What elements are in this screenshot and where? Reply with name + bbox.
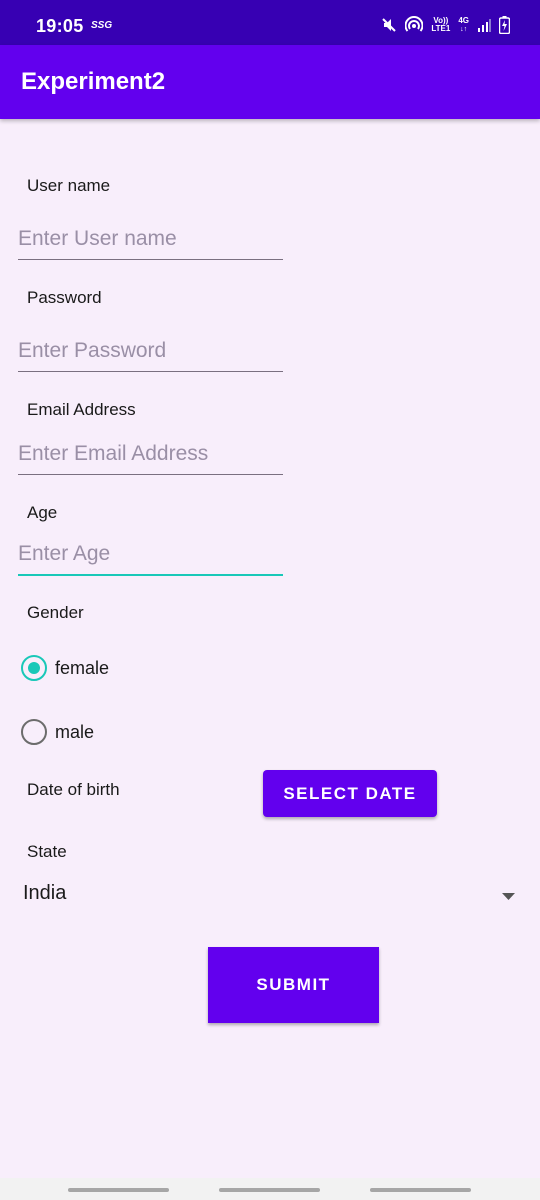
gender-label: Gender	[27, 603, 84, 622]
nav-pill-right[interactable]	[370, 1188, 471, 1192]
select-date-button[interactable]: SELECT DATE	[263, 770, 437, 817]
radio-male-unchecked-icon[interactable]	[21, 719, 47, 745]
radio-female-label: female	[55, 657, 110, 678]
battery-charging-icon	[499, 16, 510, 34]
network-4g-icon: 4G ↓↑	[458, 15, 469, 33]
state-spinner[interactable]: India	[0, 870, 540, 916]
nav-pill-left[interactable]	[68, 1188, 169, 1192]
state-label: State	[27, 842, 67, 861]
dropdown-arrow-icon[interactable]	[502, 888, 515, 906]
network-type: 4G	[458, 15, 469, 25]
volte-icon: Vo)) LTE1	[431, 17, 450, 33]
dob-label: Date of birth	[27, 780, 120, 799]
email-input[interactable]	[18, 433, 283, 475]
status-time: 19:05	[36, 16, 84, 36]
radio-female[interactable]: female	[21, 654, 109, 682]
navigation-bar	[0, 1178, 540, 1200]
age-label: Age	[27, 503, 58, 522]
radio-male[interactable]: male	[21, 718, 94, 746]
status-bar: 19:05 SSG Vo)) LTE1 4G ↓↑	[0, 0, 540, 45]
username-input[interactable]	[18, 218, 283, 260]
state-selected-value: India	[23, 882, 67, 904]
username-label: User name	[27, 176, 111, 195]
nav-pill-center[interactable]	[219, 1188, 320, 1192]
status-icons: Vo)) LTE1 4G ↓↑	[381, 14, 510, 36]
radio-male-label: male	[55, 721, 95, 742]
age-input[interactable]	[18, 534, 283, 576]
app-bar: Experiment2	[0, 45, 540, 119]
carrier-badge: SSG	[91, 20, 113, 31]
email-label: Email Address	[27, 400, 136, 419]
submit-button[interactable]: SUBMIT	[208, 947, 379, 1023]
mute-icon	[381, 17, 397, 33]
app-title: Experiment2	[21, 68, 166, 95]
signal-icon	[477, 18, 491, 32]
password-label: Password	[27, 288, 102, 307]
hotspot-icon	[405, 16, 424, 34]
volte-bottom: LTE1	[431, 24, 451, 33]
password-input[interactable]	[18, 330, 283, 372]
radio-female-checked-icon[interactable]	[21, 655, 47, 681]
